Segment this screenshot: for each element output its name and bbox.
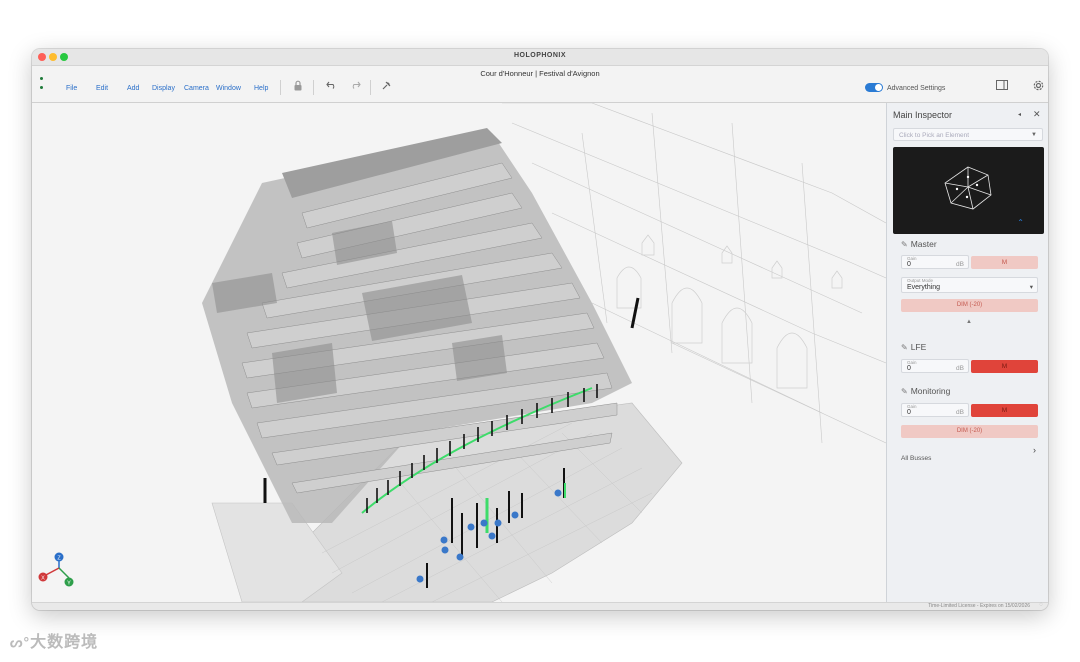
inspector-title: Main Inspector [893, 110, 953, 120]
lfe-section-title: ✎ LFE [901, 342, 927, 352]
toolbar-separator [280, 80, 281, 95]
watermark-logo: ᔕ°大数跨境 [10, 634, 99, 651]
lfe-mute-button[interactable]: M [971, 360, 1038, 373]
picker-placeholder: Click to Pick an Element [899, 132, 970, 139]
lock-icon[interactable] [291, 80, 305, 94]
status-bar: Time-Limited License - Expires on 15/02/… [32, 602, 1048, 610]
venue-3d-model: Z X Y [38, 103, 886, 602]
redo-arrow-icon[interactable] [348, 80, 362, 94]
advanced-settings-toggle[interactable] [865, 83, 883, 92]
menu-add[interactable]: Add [127, 85, 139, 92]
collapse-up-icon[interactable]: ▲ [966, 319, 972, 325]
advanced-settings-label: Advanced Settings [887, 85, 946, 92]
all-busses-row[interactable]: All Busses › [901, 445, 1038, 462]
axis-y-label: Y [67, 581, 71, 587]
chevron-up-icon[interactable]: ⌃ [1017, 218, 1024, 227]
axis-gizmo[interactable]: Z X Y [38, 552, 74, 587]
dropdown-caret-icon: ▾ [1029, 284, 1033, 291]
pencil-icon[interactable]: ✎ [901, 240, 908, 249]
output-mode-select[interactable]: Output Mode Everything ▾ [901, 277, 1038, 293]
3d-viewport[interactable]: Z X Y [32, 103, 886, 602]
document-title: Cour d'Honneur | Festival d'Avignon [480, 69, 600, 78]
menu-camera[interactable]: Camera [184, 85, 209, 92]
monitoring-section-title: ✎ Monitoring [901, 386, 951, 396]
menu-help[interactable]: Help [254, 85, 268, 92]
app-title: HOLOPHONIX [513, 52, 567, 59]
undo-arrow-icon[interactable] [324, 80, 338, 94]
monitoring-mute-button[interactable]: M [971, 404, 1038, 417]
element-picker-dropdown[interactable]: Click to Pick an Element ▼ [893, 128, 1043, 141]
monitoring-gain-field[interactable]: Gain 0 dB [901, 403, 969, 417]
info-icon[interactable]: ◌ [1039, 602, 1043, 608]
toolbar: Cour d'Honneur | Festival d'Avignon File… [32, 66, 1048, 103]
pencil-icon[interactable]: ✎ [901, 343, 908, 352]
monitoring-dim-button[interactable]: DIM (-20) [901, 425, 1038, 438]
title-bar: HOLOPHONIX [32, 49, 1048, 66]
speaker-layout-preview: ⌃ [893, 147, 1044, 234]
axis-x-label: X [41, 576, 45, 582]
menu-edit[interactable]: Edit [96, 85, 108, 92]
menu-display[interactable]: Display [152, 85, 175, 92]
toolbar-separator [313, 80, 314, 95]
app-window: HOLOPHONIX Cour d'Honneur | Festival d'A… [32, 49, 1048, 610]
collapse-left-icon[interactable]: ◂ [1018, 111, 1021, 118]
menu-window[interactable]: Window [216, 85, 241, 92]
watermark-icon: ᔕ° [10, 634, 31, 650]
pencil-icon[interactable]: ✎ [901, 387, 908, 396]
license-status: Time-Limited License - Expires on 15/02/… [928, 603, 1030, 609]
all-busses-label: All Busses [901, 455, 932, 462]
close-icon[interactable]: ✕ [1033, 109, 1041, 120]
master-mute-button[interactable]: M [971, 256, 1038, 269]
gear-icon[interactable] [1031, 80, 1045, 94]
master-section-title: ✎ Master [901, 239, 937, 249]
pin-tool-icon[interactable] [379, 80, 393, 94]
status-dots-icon [40, 77, 44, 95]
panel-toggle-icon[interactable] [995, 80, 1009, 94]
chevron-right-icon: › [1033, 445, 1036, 455]
menu-file[interactable]: File [66, 85, 77, 92]
master-dim-button[interactable]: DIM (-20) [901, 299, 1038, 312]
chevron-down-icon: ▼ [1031, 132, 1037, 138]
main-inspector-panel: Main Inspector ◂ ✕ Click to Pick an Elem… [886, 103, 1048, 602]
master-gain-field[interactable]: Gain 0 dB [901, 255, 969, 269]
lfe-gain-field[interactable]: Gain 0 dB [901, 359, 969, 373]
toolbar-separator [370, 80, 371, 95]
